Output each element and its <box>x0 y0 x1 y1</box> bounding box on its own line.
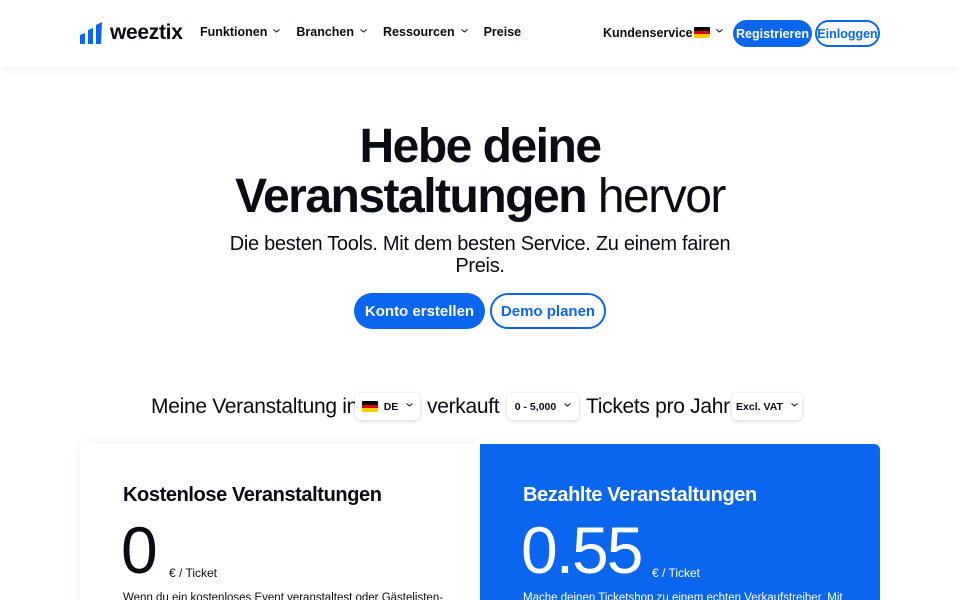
chevron-down-icon <box>791 401 798 408</box>
customer-service-link[interactable]: Kundenservice <box>603 26 693 40</box>
card-description: Mache deinen Ticketshop zu einem echten … <box>523 592 843 600</box>
country-value: DE <box>383 400 399 413</box>
register-button[interactable]: Registrieren <box>733 20 812 47</box>
config-text-3: Tickets pro Jahr <box>586 395 730 418</box>
nav-item-funktionen[interactable]: Funktionen <box>200 25 281 39</box>
price-unit: € / Ticket <box>652 566 701 580</box>
nav-label: Ressourcen <box>383 25 455 39</box>
card-description: Wenn du ein kostenloses Event veranstalt… <box>123 592 444 600</box>
logo-bars-icon <box>80 22 104 44</box>
chevron-down-icon <box>460 27 468 34</box>
paid-events-card: Bezahlte Veranstaltungen 0.55 € / Ticket… <box>480 444 880 600</box>
nav-label: Preise <box>483 25 522 39</box>
logo-text: weeztix <box>110 21 183 44</box>
vat-value: Excl. VAT <box>736 400 783 413</box>
config-text-2: verkauft <box>427 395 500 418</box>
chevron-down-icon <box>406 401 414 408</box>
card-title: Bezahlte Veranstaltungen <box>523 484 757 506</box>
main-nav: Funktionen Branchen Ressourcen Preise <box>200 25 537 39</box>
price-value: 0 <box>121 513 158 587</box>
flag-de-icon <box>694 27 710 38</box>
ticket-range-value: 0 - 5,000 <box>514 400 557 413</box>
hero-title-bold: Veranstaltungen <box>235 170 587 223</box>
site-header: weeztix Funktionen Branchen Ressourcen P… <box>0 0 960 67</box>
nav-label: Branchen <box>296 25 355 39</box>
chevron-down-icon <box>273 27 281 34</box>
language-selector[interactable] <box>694 27 723 38</box>
flag-de-icon <box>361 401 378 412</box>
hero-title-line2: Veranstaltungen hervor <box>0 170 960 224</box>
hero-title-light: hervor <box>597 170 727 223</box>
card-title: Kostenlose Veranstaltungen <box>123 484 382 506</box>
nav-item-preise[interactable]: Preise <box>484 25 522 39</box>
ticket-range-select[interactable]: 0 - 5,000 <box>507 393 579 420</box>
vat-select[interactable]: Excl. VAT <box>732 393 802 420</box>
plan-demo-button[interactable]: Demo planen <box>490 293 606 329</box>
weeztix-logo[interactable]: weeztix <box>80 21 183 45</box>
nav-item-branchen[interactable]: Branchen <box>296 25 367 39</box>
chevron-down-icon <box>564 401 572 408</box>
price-unit: € / Ticket <box>169 566 218 580</box>
create-account-button[interactable]: Konto erstellen <box>354 293 485 329</box>
free-events-card: Kostenlose Veranstaltungen 0 € / Ticket … <box>80 444 480 600</box>
chevron-down-icon <box>360 27 367 34</box>
price-value: 0.55 <box>521 513 643 587</box>
chevron-down-icon <box>716 27 723 34</box>
nav-label: Funktionen <box>200 25 268 39</box>
config-text-1: Meine Veranstaltung in <box>151 395 359 418</box>
hero-subtitle: Die besten Tools. Mit dem besten Service… <box>229 233 731 277</box>
nav-item-ressourcen[interactable]: Ressourcen <box>383 25 468 39</box>
country-select[interactable]: DE <box>355 393 420 420</box>
login-button[interactable]: Einloggen <box>815 20 880 47</box>
hero-title-line1: Hebe deine <box>359 120 602 173</box>
pricing-config: Meine Veranstaltung in DE verkauft 0 - 5… <box>0 393 960 421</box>
